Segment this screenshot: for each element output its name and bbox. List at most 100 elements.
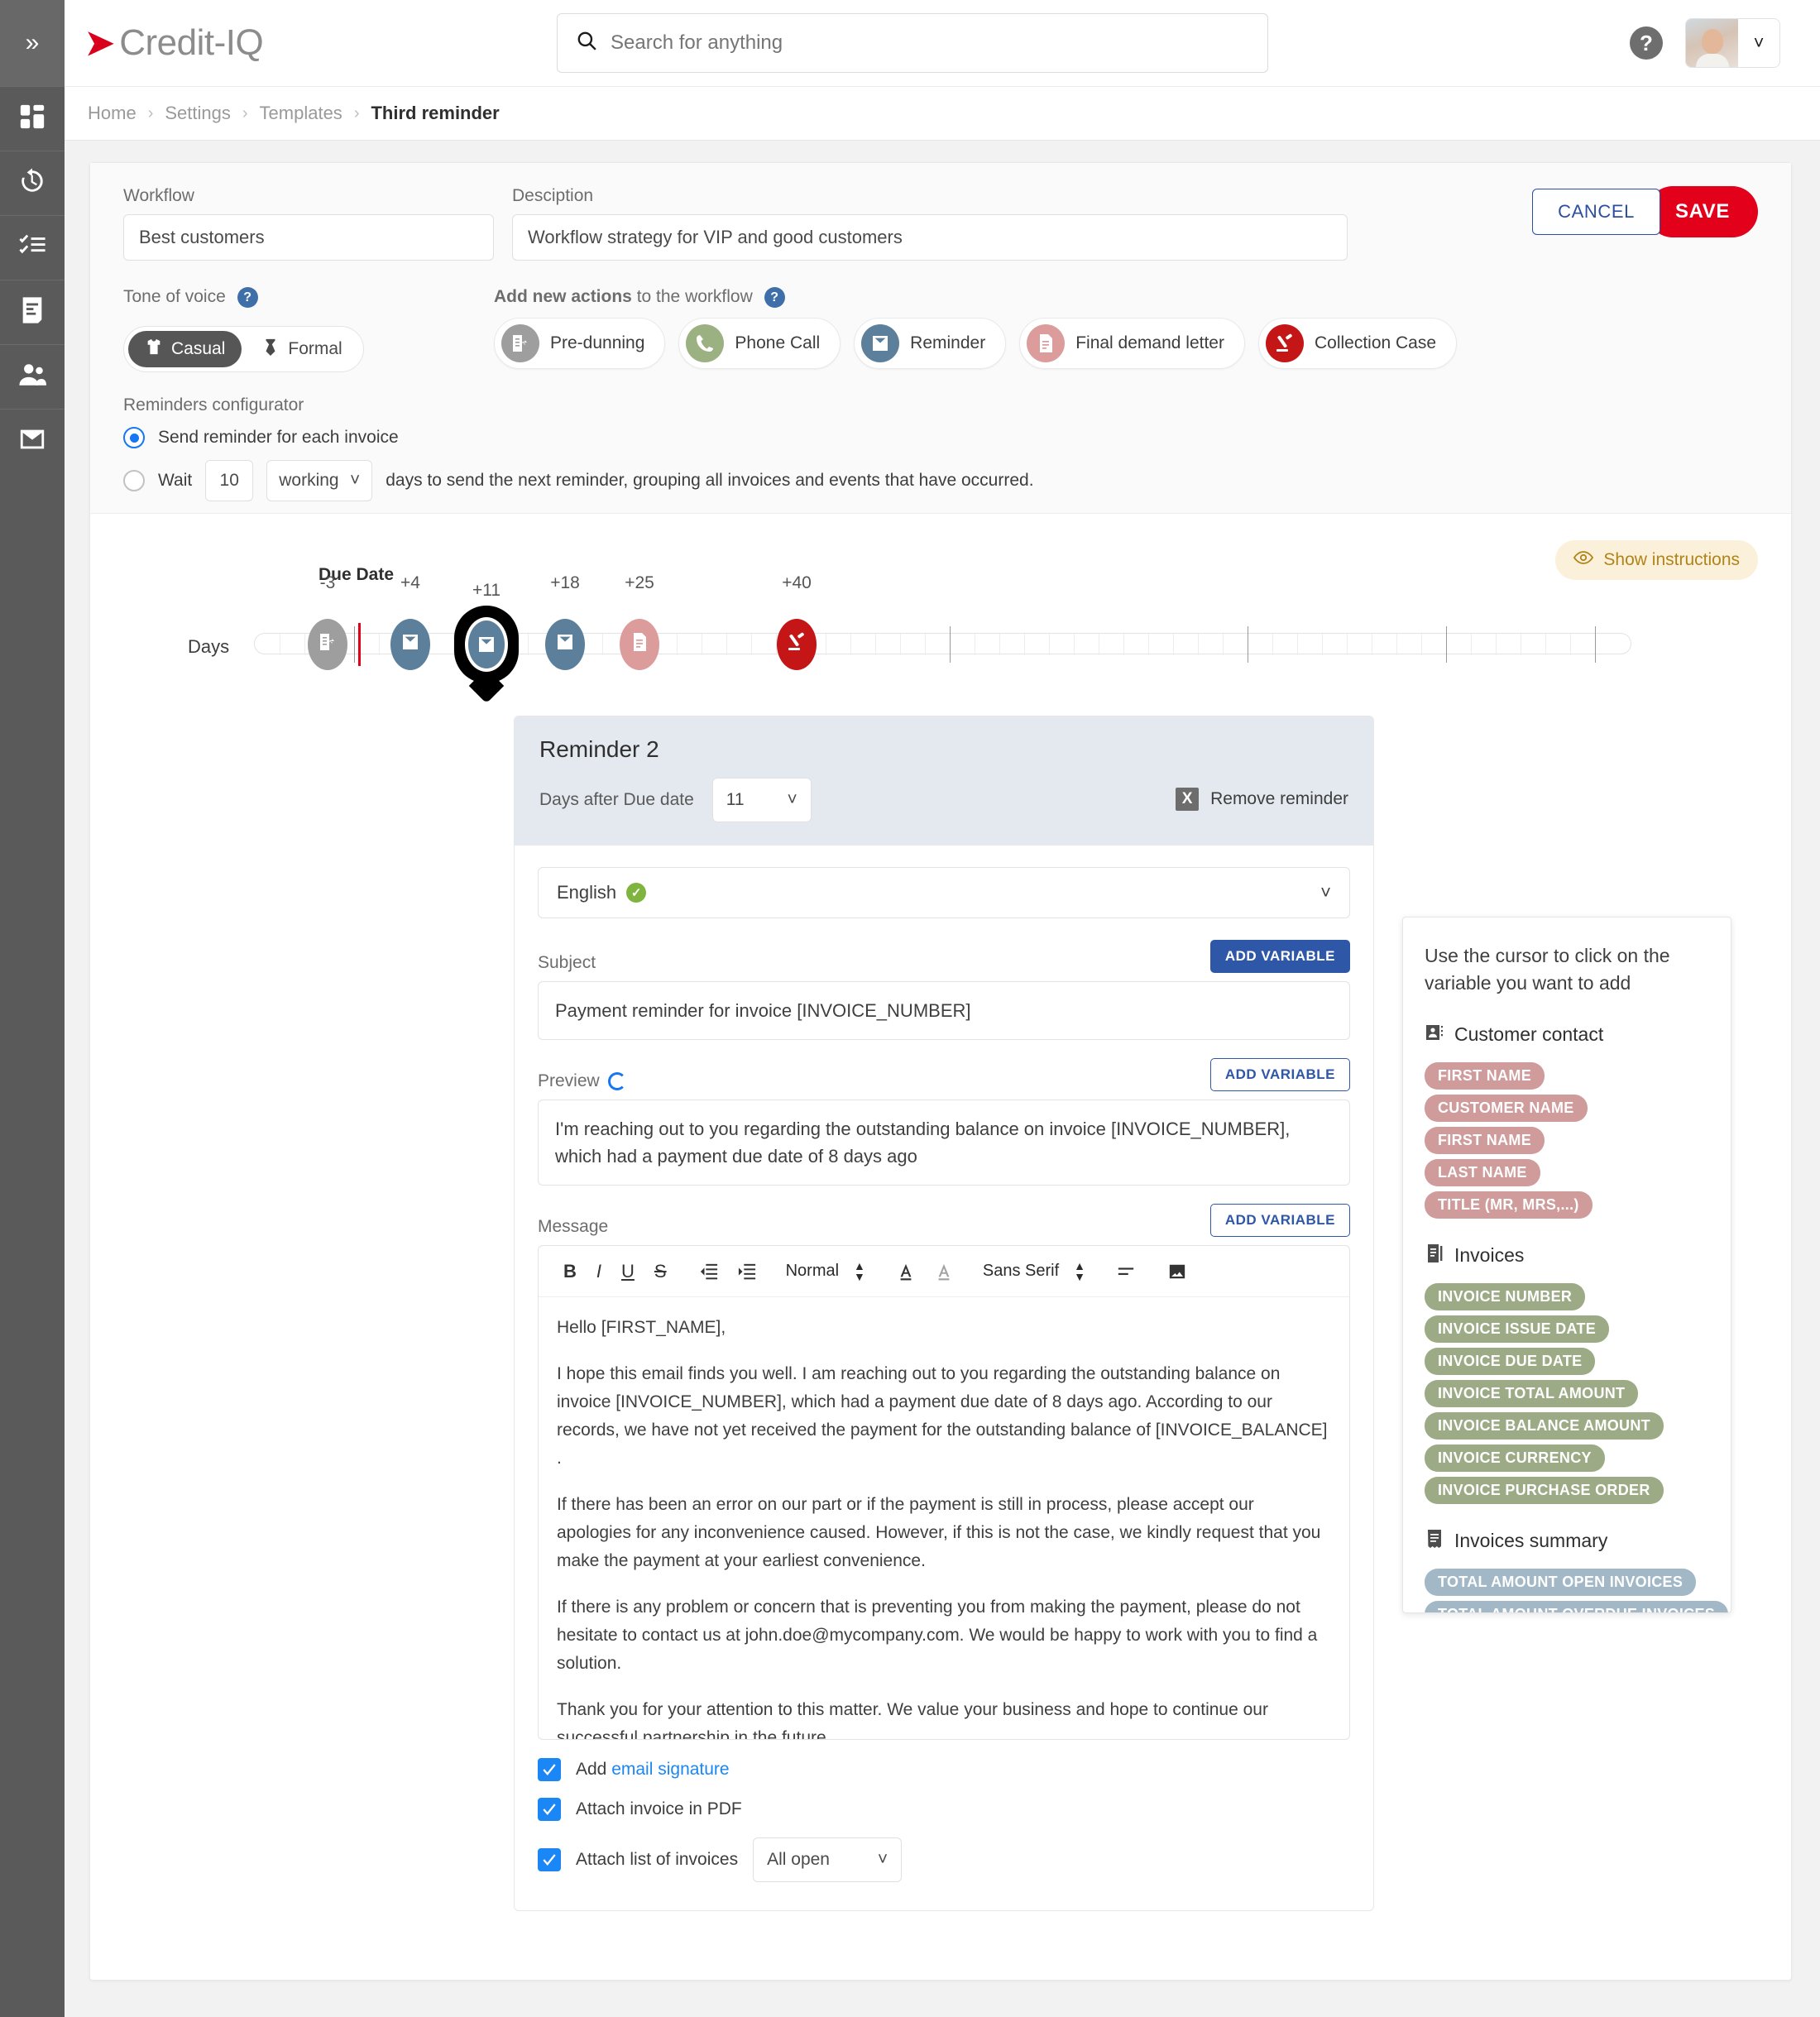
timeline-node-final-demand[interactable]: +25 bbox=[620, 573, 659, 670]
action-pill-reminder[interactable]: Reminder bbox=[854, 318, 1007, 369]
sidebar-item-history[interactable] bbox=[0, 151, 65, 215]
search-input[interactable] bbox=[609, 31, 1249, 55]
reminder-card-header: Reminder 2 Days after Due date 11 ˅ X Re… bbox=[515, 716, 1373, 846]
option-email-signature[interactable]: Add email signature bbox=[538, 1758, 1350, 1781]
variable-tag[interactable]: TITLE (MR, MRS,...) bbox=[1425, 1191, 1592, 1219]
add-variable-button-message[interactable]: ADD VARIABLE bbox=[1209, 1204, 1350, 1237]
search-bar[interactable] bbox=[557, 13, 1268, 73]
radio-wait-suffix: days to send the next reminder, grouping… bbox=[386, 471, 1034, 490]
italic-button[interactable]: I bbox=[587, 1253, 611, 1290]
action-pill-collection-case[interactable]: Collection Case bbox=[1257, 318, 1458, 369]
language-select[interactable]: English ✓ ˅ bbox=[538, 867, 1350, 918]
radio-wait[interactable] bbox=[123, 470, 145, 491]
variable-tag[interactable]: INVOICE BALANCE AMOUNT bbox=[1425, 1411, 1664, 1440]
breadcrumb-item-settings[interactable]: Settings bbox=[165, 103, 231, 124]
action-pill-pre-dunning[interactable]: Pre-dunning bbox=[494, 318, 666, 369]
workflow-input[interactable]: Best customers bbox=[123, 214, 494, 261]
chevron-down-icon: ˅ bbox=[787, 790, 797, 809]
bold-button[interactable]: B bbox=[553, 1253, 587, 1290]
help-button[interactable]: ? bbox=[1630, 26, 1663, 60]
wait-days-input[interactable]: 10 bbox=[205, 460, 254, 501]
checkbox-attach-list[interactable] bbox=[538, 1848, 561, 1871]
checkbox-attach-pdf[interactable] bbox=[538, 1798, 561, 1821]
action-pill-pre-dunning-label: Pre-dunning bbox=[550, 333, 645, 352]
variable-tag[interactable]: LAST NAME bbox=[1425, 1158, 1540, 1186]
strikethrough-button[interactable]: S bbox=[644, 1253, 677, 1290]
variable-tag[interactable]: CUSTOMER NAME bbox=[1425, 1094, 1588, 1122]
timeline-node-reminder-3[interactable]: +18 bbox=[545, 573, 585, 670]
subject-input[interactable]: Payment reminder for invoice [INVOICE_NU… bbox=[538, 981, 1350, 1040]
sidebar-item-dashboard[interactable] bbox=[0, 86, 65, 151]
sidebar-item-invoices[interactable] bbox=[0, 280, 65, 344]
breadcrumb-item-templates[interactable]: Templates bbox=[260, 103, 342, 124]
sidebar-item-tasks[interactable] bbox=[0, 215, 65, 280]
show-instructions-button[interactable]: Show instructions bbox=[1555, 540, 1758, 580]
tone-option-formal[interactable]: Formal bbox=[245, 331, 358, 367]
timeline-node-label: -3 bbox=[319, 573, 336, 592]
add-variable-button-subject[interactable]: ADD VARIABLE bbox=[1209, 940, 1350, 973]
description-input[interactable]: Workflow strategy for VIP and good custo… bbox=[512, 214, 1348, 261]
variable-tag[interactable]: INVOICE DUE DATE bbox=[1425, 1347, 1596, 1375]
add-actions-help-icon[interactable]: ? bbox=[764, 287, 785, 308]
action-pill-final-demand-letter[interactable]: Final demand letter bbox=[1019, 318, 1245, 369]
preview-input[interactable]: I'm reaching out to you regarding the ou… bbox=[538, 1100, 1350, 1186]
email-signature-link[interactable]: email signature bbox=[611, 1760, 729, 1779]
action-pill-row: Pre-dunning Phone Call Reminder Final de… bbox=[494, 318, 1758, 369]
days-after-select[interactable]: 11 ˅ bbox=[711, 778, 812, 822]
variable-tag[interactable]: FIRST NAME bbox=[1425, 1126, 1545, 1154]
font-family-select[interactable]: Sans Serif bbox=[976, 1253, 1066, 1290]
image-icon[interactable] bbox=[1158, 1253, 1196, 1290]
indent-icon[interactable] bbox=[728, 1253, 766, 1290]
text-color-icon[interactable] bbox=[887, 1253, 925, 1290]
variable-tag[interactable]: TOTAL AMOUNT OPEN INVOICES bbox=[1425, 1568, 1697, 1596]
variable-tag[interactable]: INVOICE CURRENCY bbox=[1425, 1444, 1605, 1472]
brand-logo[interactable]: ➤ Credit-IQ bbox=[85, 22, 264, 64]
variable-tag[interactable]: INVOICE PURCHASE ORDER bbox=[1425, 1476, 1664, 1504]
wait-type-select[interactable]: working ˅ bbox=[266, 460, 373, 501]
attach-list-select[interactable]: All open ˅ bbox=[753, 1837, 903, 1882]
variables-group-customer-contact: Customer contact bbox=[1425, 1023, 1709, 1047]
highlight-icon[interactable] bbox=[925, 1253, 963, 1290]
sidebar-item-customers[interactable] bbox=[0, 344, 65, 409]
checkbox-email-signature[interactable] bbox=[538, 1758, 561, 1781]
message-label: Message bbox=[538, 1217, 609, 1236]
variables-group-invoices-summary: Invoices summary bbox=[1425, 1529, 1709, 1554]
variable-tag[interactable]: INVOICE NUMBER bbox=[1425, 1282, 1586, 1310]
tone-option-casual[interactable]: Casual bbox=[128, 331, 242, 367]
block-format-stepper-icon[interactable]: ▲ ▼ bbox=[845, 1253, 874, 1290]
variables-panel: Use the cursor to click on the variable … bbox=[1402, 917, 1731, 1613]
timeline-node-reminder-2-selected[interactable]: +11 bbox=[454, 581, 519, 683]
variable-tag[interactable]: TOTAL AMOUNT OVERDUE INVOICES bbox=[1425, 1600, 1729, 1612]
option-attach-list[interactable]: Attach list of invoices All open ˅ bbox=[538, 1837, 1350, 1882]
sidebar-item-mail[interactable] bbox=[0, 409, 65, 473]
attach-list-value: All open bbox=[767, 1850, 830, 1869]
variable-tag[interactable]: INVOICE ISSUE DATE bbox=[1425, 1315, 1610, 1343]
timeline-track[interactable]: Due Date -3 +4 +11 +18 +25 +40 bbox=[254, 565, 1631, 683]
tone-help-icon[interactable]: ? bbox=[237, 287, 258, 308]
variable-tag[interactable]: FIRST NAME bbox=[1425, 1061, 1545, 1090]
timeline-node-pre-dunning[interactable]: -3 bbox=[308, 573, 347, 670]
radio-option-each-invoice[interactable]: Send reminder for each invoice bbox=[123, 427, 1758, 448]
action-pill-phone-call[interactable]: Phone Call bbox=[678, 318, 841, 369]
outdent-icon[interactable] bbox=[690, 1253, 728, 1290]
block-format-select[interactable]: Normal bbox=[779, 1253, 845, 1290]
font-family-stepper-icon[interactable]: ▲ ▼ bbox=[1066, 1253, 1094, 1290]
user-menu[interactable]: ˅ bbox=[1685, 18, 1780, 68]
breadcrumb-item-home[interactable]: Home bbox=[88, 103, 136, 124]
underline-button[interactable]: U bbox=[611, 1253, 644, 1290]
radio-option-wait[interactable]: Wait 10 working ˅ days to send the next … bbox=[123, 460, 1758, 501]
cancel-button[interactable]: CANCEL bbox=[1532, 189, 1661, 235]
message-body[interactable]: Hello [FIRST_NAME], I hope this email fi… bbox=[539, 1297, 1349, 1739]
option-attach-pdf[interactable]: Attach invoice in PDF bbox=[538, 1798, 1350, 1821]
chevron-down-icon[interactable]: ˅ bbox=[1738, 19, 1779, 67]
remove-reminder-button[interactable]: X Remove reminder bbox=[1176, 788, 1348, 811]
align-icon[interactable] bbox=[1107, 1253, 1145, 1290]
rail-collapse-toggle[interactable]: » bbox=[0, 0, 65, 86]
variable-tag[interactable]: INVOICE TOTAL AMOUNT bbox=[1425, 1379, 1639, 1407]
add-variable-button-preview[interactable]: ADD VARIABLE bbox=[1209, 1058, 1350, 1091]
timeline-node-reminder-1[interactable]: +4 bbox=[390, 573, 430, 670]
timeline-node-collection-case[interactable]: +40 bbox=[777, 573, 817, 670]
save-button[interactable]: SAVE bbox=[1647, 186, 1758, 237]
radio-each-invoice[interactable] bbox=[123, 427, 145, 448]
variables-tag-list-summary: TOTAL AMOUNT OPEN INVOICES TOTAL AMOUNT … bbox=[1425, 1568, 1729, 1612]
